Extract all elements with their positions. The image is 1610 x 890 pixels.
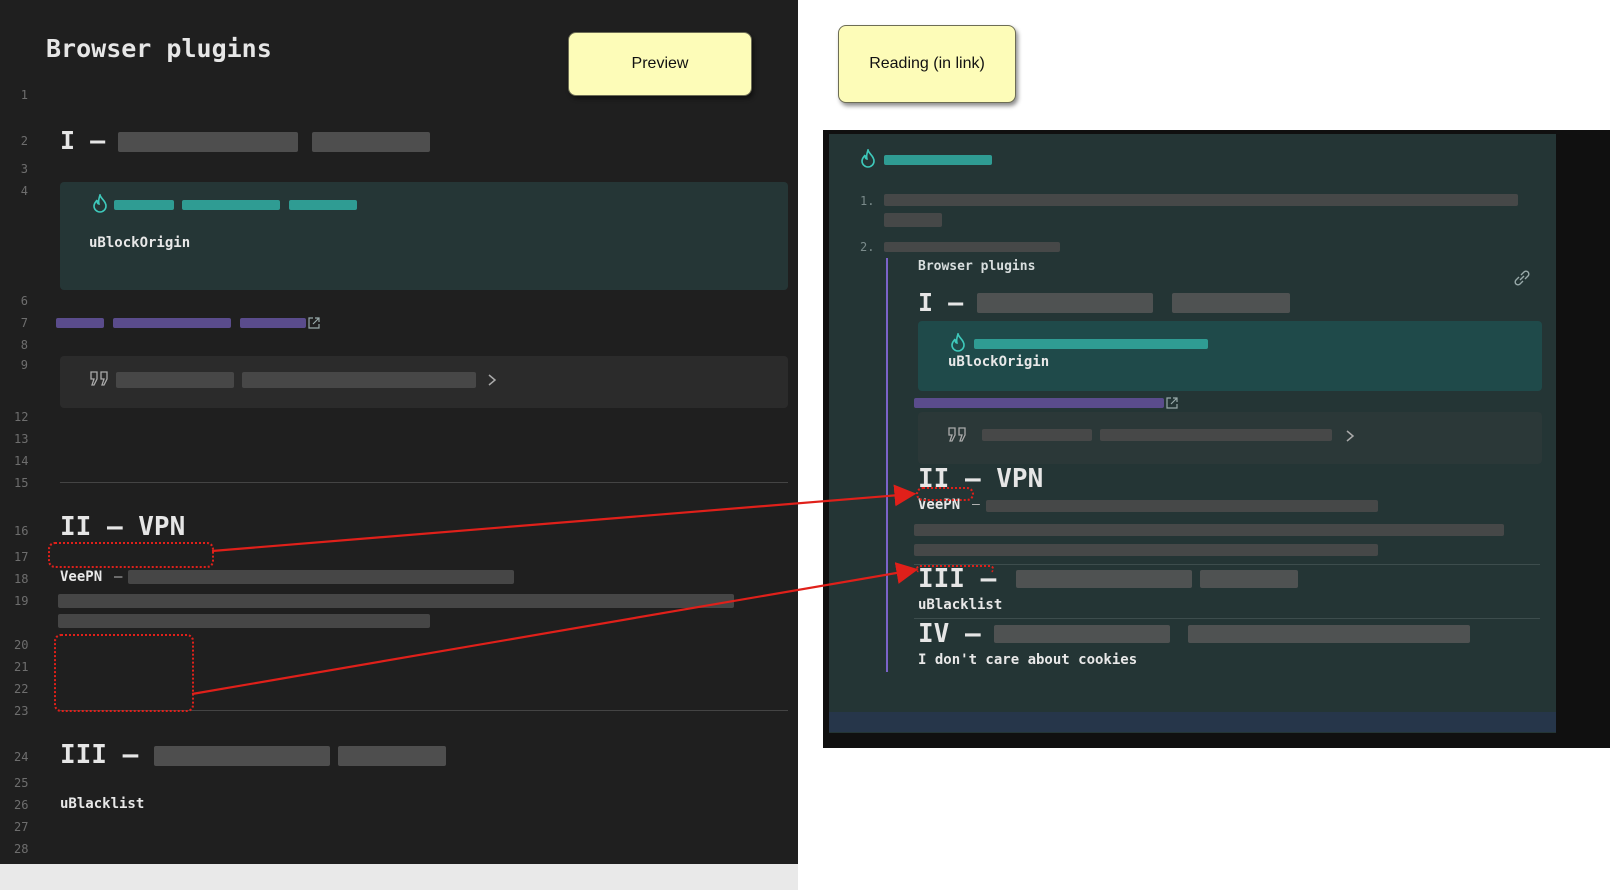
annotation-arrows xyxy=(191,484,919,696)
arrow-line xyxy=(191,562,919,696)
arrow-line xyxy=(211,484,917,553)
